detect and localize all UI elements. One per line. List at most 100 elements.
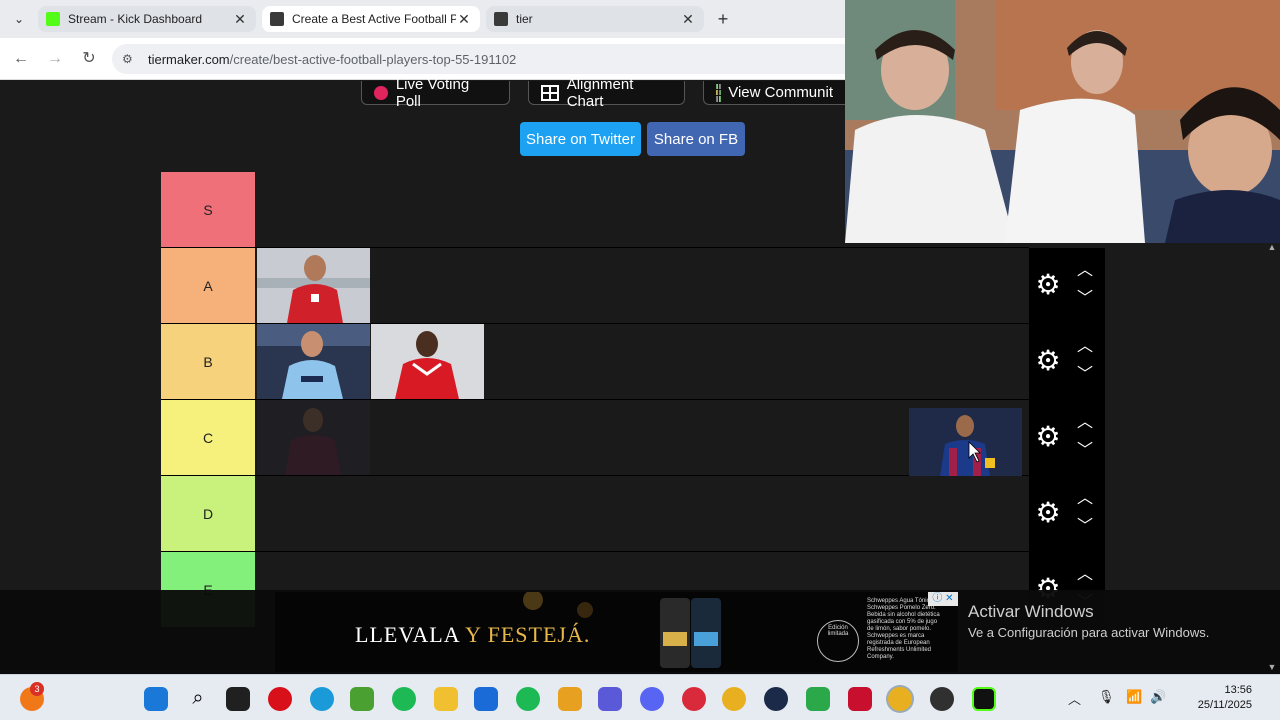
volume-icon[interactable]: 🔊 bbox=[1150, 689, 1166, 705]
tab-search-icon[interactable]: ⌄ bbox=[8, 8, 30, 30]
move-up-icon[interactable]: ︿ bbox=[1075, 490, 1095, 508]
opera-icon[interactable] bbox=[268, 687, 292, 711]
tier-label[interactable]: D bbox=[161, 476, 255, 551]
move-down-icon[interactable]: ﹀ bbox=[1075, 366, 1095, 384]
live-voting-label: Live Voting Poll bbox=[395, 75, 470, 110]
wifi-icon[interactable]: 📶 bbox=[1126, 689, 1142, 705]
edge-icon[interactable] bbox=[310, 687, 334, 711]
tier-label[interactable]: C bbox=[161, 400, 255, 475]
activate-subtitle: Ve a Configuración para activar Windows. bbox=[968, 625, 1210, 640]
spotify-icon-2[interactable] bbox=[516, 687, 540, 711]
live-voting-poll-button[interactable]: Live Voting Poll bbox=[361, 76, 510, 110]
tier-row-d: D bbox=[161, 476, 1029, 552]
obs-icon[interactable] bbox=[930, 687, 954, 711]
alignment-chart-label: Alignment Chart bbox=[566, 75, 634, 110]
gear-icon[interactable]: ⚙ bbox=[1035, 347, 1061, 375]
alignment-chart-button[interactable]: Alignment Chart bbox=[528, 76, 685, 110]
tiermaker-favicon-icon bbox=[270, 12, 284, 26]
search-icon[interactable]: ⌕ bbox=[186, 687, 210, 711]
scroll-down-arrow[interactable]: ▼ bbox=[1266, 662, 1278, 672]
move-down-icon[interactable]: ﹀ bbox=[1075, 290, 1095, 308]
dragged-player-thumbnail[interactable] bbox=[909, 408, 1022, 483]
chrome-icon[interactable] bbox=[722, 687, 746, 711]
tier-controls-a: ⚙ ︿ ﹀ bbox=[1029, 248, 1105, 324]
ad-headline: LLEVALA Y FESTEJÁ. bbox=[355, 622, 590, 648]
minecraft-icon[interactable] bbox=[350, 687, 374, 711]
close-tab-icon[interactable]: ✕ bbox=[456, 11, 472, 28]
tier-row-b: B bbox=[161, 324, 1029, 400]
gear-icon[interactable]: ⚙ bbox=[1035, 423, 1061, 451]
tier-drop-zone[interactable] bbox=[257, 476, 1029, 551]
tier-row-c: C bbox=[161, 400, 1029, 476]
discord-icon[interactable] bbox=[640, 687, 664, 711]
ad-fineprint: Schweppes Agua Tónica. Schweppes Pomelo … bbox=[867, 598, 940, 660]
tier-drop-zone[interactable] bbox=[257, 324, 1029, 399]
view-community-label: View Communit bbox=[728, 84, 833, 101]
record-dot-icon bbox=[374, 85, 388, 100]
microphone-icon[interactable]: 🎙 bbox=[1098, 689, 1115, 705]
move-up-icon[interactable]: ︿ bbox=[1075, 262, 1095, 280]
app-red-icon[interactable] bbox=[682, 687, 706, 711]
ad-banner[interactable]: LLEVALA Y FESTEJÁ. Edición limitada Schw… bbox=[275, 592, 958, 672]
share-on-twitter-button[interactable]: Share on Twitter bbox=[520, 122, 641, 156]
teams-icon[interactable] bbox=[598, 687, 622, 711]
task-view-icon[interactable] bbox=[226, 687, 250, 711]
start-icon[interactable] bbox=[144, 687, 168, 711]
game-icon[interactable] bbox=[558, 687, 582, 711]
tiermaker-favicon-icon bbox=[494, 12, 508, 26]
close-tab-icon[interactable]: ✕ bbox=[680, 11, 696, 28]
clock-date: 25/11/2025 bbox=[1197, 699, 1252, 711]
app-green-icon[interactable] bbox=[806, 687, 830, 711]
share-on-fb-button[interactable]: Share on FB bbox=[647, 122, 745, 156]
move-down-icon[interactable]: ﹀ bbox=[1075, 518, 1095, 536]
tab-tiermaker-create[interactable]: Create a Best Active Football Pl ✕ bbox=[262, 6, 480, 32]
view-community-button[interactable]: View Communit bbox=[703, 81, 845, 105]
tab-title: tier bbox=[516, 12, 533, 26]
tier-controls-b: ⚙ ︿ ﹀ bbox=[1029, 324, 1105, 400]
steam-icon[interactable] bbox=[764, 687, 788, 711]
gear-icon[interactable]: ⚙ bbox=[1035, 271, 1061, 299]
spotify-icon[interactable] bbox=[392, 687, 416, 711]
site-info-icon[interactable]: ⚙ bbox=[122, 52, 140, 66]
scroll-up-arrow[interactable]: ▲ bbox=[1266, 242, 1278, 252]
store-icon[interactable] bbox=[474, 687, 498, 711]
player-thumbnail[interactable] bbox=[257, 248, 370, 323]
tab-kick-dashboard[interactable]: Stream - Kick Dashboard ✕ bbox=[38, 6, 256, 32]
kick-favicon-icon bbox=[46, 12, 60, 26]
player-thumbnail[interactable] bbox=[257, 324, 370, 399]
forward-button[interactable]: → bbox=[44, 48, 66, 70]
tier-label[interactable]: S bbox=[161, 172, 255, 247]
move-up-icon[interactable]: ︿ bbox=[1075, 566, 1095, 584]
kick-icon[interactable] bbox=[972, 687, 996, 711]
tier-controls-d: ⚙ ︿ ﹀ bbox=[1029, 476, 1105, 552]
tier-label[interactable]: A bbox=[161, 248, 255, 323]
player-thumbnail[interactable] bbox=[371, 324, 484, 399]
url-host: tiermaker.com bbox=[148, 51, 230, 67]
tab-tier[interactable]: tier ✕ bbox=[486, 6, 704, 32]
community-mosaic-icon bbox=[716, 83, 721, 102]
tier-drop-zone[interactable] bbox=[257, 248, 1029, 323]
webcam-overlay bbox=[845, 0, 1280, 243]
close-tab-icon[interactable]: ✕ bbox=[232, 11, 248, 28]
tray-chevron-icon[interactable]: ︿ bbox=[1068, 689, 1081, 708]
url-input[interactable]: ⚙ tiermaker.com/create/best-active-footb… bbox=[112, 44, 872, 74]
windows-taskbar: ⌕ ︿ 🎙 📶 🔊 13:56 25/11/2025 bbox=[0, 674, 1280, 720]
activate-title: Activar Windows bbox=[968, 602, 1094, 621]
ad-close-button[interactable]: ⓘ ✕ bbox=[928, 592, 958, 606]
tab-title: Stream - Kick Dashboard bbox=[68, 12, 203, 26]
system-clock[interactable]: 13:56 25/11/2025 bbox=[1172, 683, 1252, 713]
move-down-icon[interactable]: ﹀ bbox=[1075, 442, 1095, 460]
reload-button[interactable]: ↻ bbox=[78, 48, 100, 70]
gear-icon[interactable]: ⚙ bbox=[1035, 499, 1061, 527]
file-explorer-icon[interactable] bbox=[434, 687, 458, 711]
tier-label[interactable]: B bbox=[161, 324, 255, 399]
move-up-icon[interactable]: ︿ bbox=[1075, 338, 1095, 356]
ad-headline-gold: Y FESTEJÁ. bbox=[465, 622, 591, 647]
app-red-square-icon[interactable] bbox=[848, 687, 872, 711]
new-tab-button[interactable]: + bbox=[712, 8, 734, 30]
tier-controls-c: ⚙ ︿ ﹀ bbox=[1029, 400, 1105, 476]
back-button[interactable]: ← bbox=[10, 48, 32, 70]
ad-badge: Edición limitada bbox=[817, 620, 859, 662]
move-up-icon[interactable]: ︿ bbox=[1075, 414, 1095, 432]
chrome-active-icon[interactable] bbox=[888, 687, 912, 711]
